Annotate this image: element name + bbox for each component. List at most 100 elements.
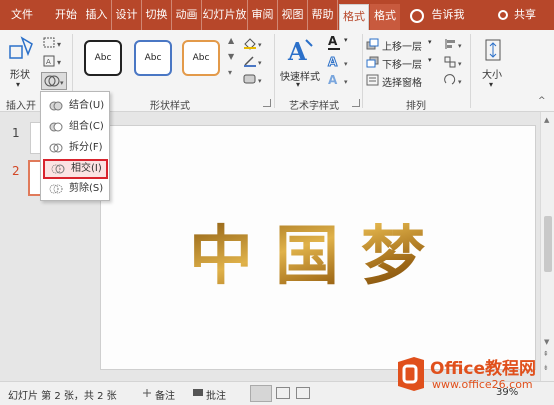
tab-help[interactable]: 帮助 (308, 0, 338, 30)
menu-item-fragment[interactable]: 拆分(F) (43, 138, 108, 158)
scroll-up-icon[interactable]: ▲ (544, 116, 549, 124)
menu-item-combine[interactable]: 组合(C) (43, 117, 108, 137)
slide-canvas[interactable]: 中国梦 (100, 125, 536, 370)
shapes-button[interactable]: 形状 (10, 66, 30, 81)
rotate-icon[interactable]: ▾ (444, 74, 466, 86)
thumbnail-number: 1 (12, 126, 20, 140)
align-icon[interactable]: ▾ (444, 38, 466, 50)
share-button[interactable]: 共享 (510, 0, 540, 30)
size-button[interactable]: 大小 (482, 66, 502, 81)
svg-text:▾: ▾ (258, 77, 262, 85)
reading-view-button[interactable] (296, 387, 310, 399)
menu-item-label: 拆分(F) (69, 142, 103, 153)
text-fill-color-bar (328, 48, 340, 50)
comments-button[interactable]: 批注 (206, 387, 226, 402)
normal-view-button[interactable] (250, 385, 272, 402)
svg-text:▾: ▾ (458, 78, 462, 86)
watermark-url: www.office26.com (432, 378, 533, 391)
vertical-scrollbar[interactable]: ▲ ▼ ⇞ ⇟ (540, 112, 554, 381)
menu-item-intersect[interactable]: 相交(I) (43, 159, 108, 179)
quick-styles-icon: A (287, 37, 313, 64)
menu-item-label: 组合(C) (69, 121, 104, 132)
text-fill-icon[interactable]: A (328, 34, 337, 48)
merge-shapes-button[interactable]: ▾ (41, 72, 67, 90)
scrollbar-thumb[interactable] (544, 216, 552, 272)
send-backward-icon (366, 56, 379, 68)
menu-item-label: 结合(U) (69, 100, 105, 111)
tab-animations[interactable]: 动画 (172, 0, 202, 30)
bring-forward-icon (366, 38, 379, 50)
menu-item-union[interactable]: 结合(U) (43, 96, 108, 116)
text-effects-icon[interactable]: A ▾ (326, 72, 352, 88)
scroll-down-icon[interactable]: ▼ (544, 338, 549, 346)
svg-text:A: A (328, 73, 338, 87)
size-dropdown-icon[interactable]: ▾ (489, 80, 493, 89)
text-box-icon[interactable]: A ▾ (42, 54, 66, 68)
shape-effects-icon[interactable]: ▾ (242, 72, 266, 86)
shape-styles-group-label: 形状样式 (150, 101, 190, 112)
tab-review[interactable]: 审阅 (248, 0, 278, 30)
shape-fill-icon[interactable]: ▾ (242, 36, 266, 50)
shape-style-blue[interactable]: Abc (134, 40, 172, 76)
svg-text:▾: ▾ (258, 41, 262, 49)
selection-pane-button[interactable]: 选择窗格 (382, 74, 422, 89)
send-backward-button[interactable]: 下移一层 (382, 56, 422, 71)
styles-more-icon[interactable]: ▾ (228, 68, 232, 77)
tab-view[interactable]: 视图 (278, 0, 308, 30)
svg-text:A: A (287, 37, 307, 64)
wordart-group-label: 艺术字样式 (289, 101, 339, 112)
text-fill-dropdown-icon[interactable]: ▾ (344, 36, 348, 44)
svg-text:▾: ▾ (344, 60, 348, 68)
text-outline-icon[interactable]: A ▾ (326, 54, 352, 70)
notes-icon (143, 389, 151, 397)
slide-title-text: 中国梦 (189, 219, 447, 294)
shapes-icon (9, 36, 33, 59)
slide-title-art[interactable]: 中国梦 (101, 126, 535, 369)
svg-text:▾: ▾ (60, 79, 64, 87)
tab-insert[interactable]: 插入 (82, 0, 112, 30)
slide-sorter-view-button[interactable] (276, 387, 290, 399)
combine-icon (49, 122, 63, 132)
tab-file[interactable]: 文件 (4, 0, 40, 30)
menu-item-label: 剪除(S) (69, 183, 104, 194)
group-separator (470, 34, 471, 108)
quick-styles-dropdown-icon[interactable]: ▾ (296, 80, 300, 89)
share-person-icon (498, 10, 508, 20)
ribbon-tab-bar: 文件 开始 插入 设计 切换 动画 幻灯片放 审阅 视图 帮助 格式 格式 告诉… (0, 0, 554, 30)
edit-shape-icon[interactable]: ▾ (42, 36, 66, 50)
bring-forward-button[interactable]: 上移一层 (382, 38, 422, 53)
notes-button[interactable]: 备注 (155, 387, 175, 402)
send-backward-dropdown-icon[interactable]: ▾ (428, 56, 432, 64)
svg-text:▾: ▾ (57, 58, 61, 67)
group-separator (274, 34, 275, 108)
tab-transitions[interactable]: 切换 (142, 0, 172, 30)
tab-home[interactable]: 开始 (50, 0, 82, 30)
merge-shapes-icon: ▾ (44, 75, 64, 87)
svg-text:▾: ▾ (57, 40, 61, 49)
fragment-icon (49, 143, 63, 153)
shape-outline-icon[interactable]: ▾ (242, 54, 266, 68)
collapse-ribbon-icon[interactable]: ^ (538, 96, 546, 106)
size-icon (485, 39, 501, 61)
styles-scroll-down-icon[interactable]: ▼ (228, 52, 234, 61)
tab-slideshow[interactable]: 幻灯片放 (202, 0, 248, 30)
union-icon (49, 101, 63, 111)
shape-styles-launcher[interactable] (263, 99, 271, 107)
tab-format-picture[interactable]: 格式 (370, 4, 400, 30)
bring-forward-dropdown-icon[interactable]: ▾ (428, 38, 432, 46)
tell-me-search[interactable]: 告诉我 (428, 0, 468, 30)
wordart-launcher[interactable] (352, 99, 360, 107)
insert-shapes-group-label: 插入开 (6, 101, 36, 112)
svg-text:▾: ▾ (258, 59, 262, 67)
slide-counter: 幻灯片 第 2 张，共 2 张 (8, 391, 117, 402)
styles-scroll-up-icon[interactable]: ▲ (228, 36, 234, 45)
shape-style-black[interactable]: Abc (84, 40, 122, 76)
shape-style-orange[interactable]: Abc (182, 40, 220, 76)
group-objects-icon[interactable]: ▾ (444, 56, 466, 68)
shapes-dropdown-icon[interactable]: ▾ (16, 80, 20, 89)
tab-format-drawing[interactable]: 格式 (339, 4, 369, 30)
menu-item-subtract[interactable]: 剪除(S) (43, 179, 108, 199)
svg-text:▾: ▾ (344, 78, 348, 86)
intersect-icon (51, 164, 65, 174)
tab-design[interactable]: 设计 (112, 0, 142, 30)
